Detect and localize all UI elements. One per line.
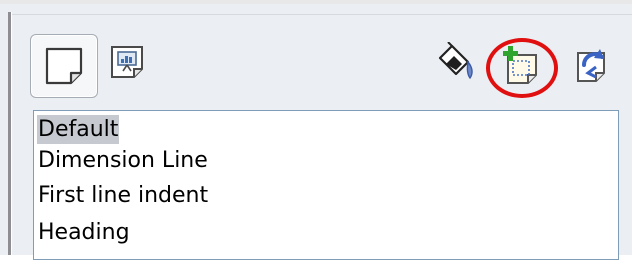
style-list-item-heading[interactable]: Heading <box>37 218 131 247</box>
new-style-from-selection-button[interactable] <box>496 42 546 92</box>
style-list-item-default[interactable]: Default <box>37 115 120 144</box>
fill-format-mode-button[interactable] <box>430 40 478 88</box>
paragraph-styles-button[interactable] <box>30 34 98 98</box>
paragraph-styles-icon <box>45 47 83 85</box>
style-list-item-first-line-indent[interactable]: First line indent <box>37 181 209 210</box>
panel-splitter-highlight <box>11 12 12 255</box>
style-list[interactable]: Default Dimension Line First line indent… <box>33 110 619 260</box>
presentation-styles-icon <box>111 46 143 78</box>
presentation-styles-button[interactable] <box>104 40 152 88</box>
new-style-icon <box>503 46 537 84</box>
style-list-item-dimension-line[interactable]: Dimension Line <box>37 146 209 175</box>
paint-bucket-icon <box>438 42 473 80</box>
update-style-button[interactable] <box>566 40 616 90</box>
panel-separator <box>12 14 632 15</box>
update-style-icon <box>577 49 605 82</box>
